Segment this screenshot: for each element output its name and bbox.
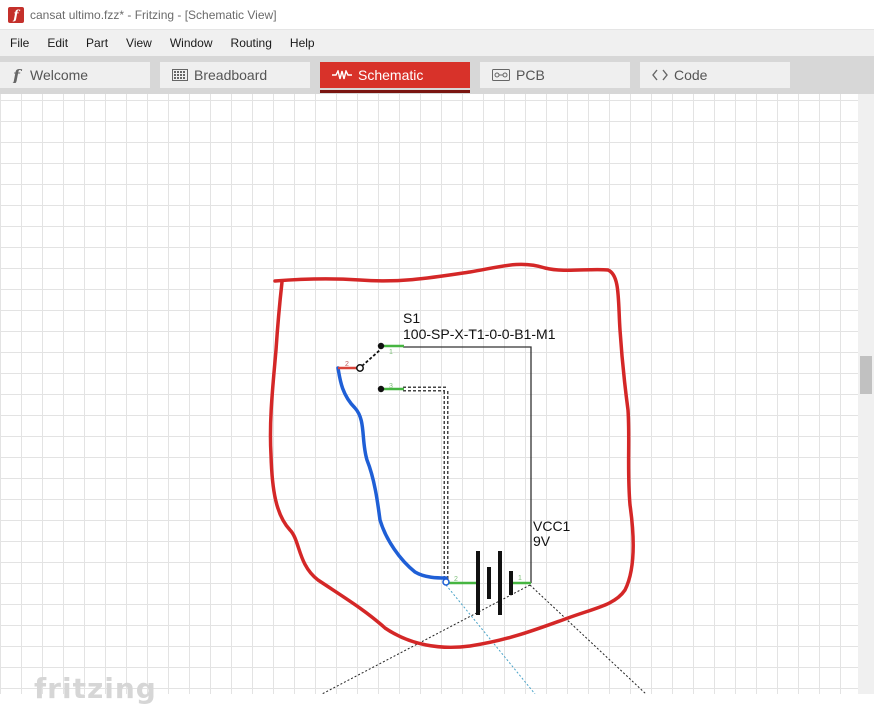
menu-help[interactable]: Help bbox=[282, 36, 323, 50]
resistor-icon bbox=[332, 70, 352, 80]
s1-ref-label: S1 bbox=[403, 310, 420, 326]
code-brackets-icon bbox=[652, 69, 668, 81]
tab-breadboard-label: Breadboard bbox=[194, 67, 268, 83]
blue-wire[interactable] bbox=[336, 366, 448, 580]
wire-s1-pin1-to-vcc1[interactable] bbox=[403, 346, 532, 583]
vcc1-pin2-connector[interactable] bbox=[442, 578, 450, 586]
vcc1-pin1-number: 1 bbox=[518, 575, 522, 582]
scrollbar-thumb[interactable] bbox=[860, 356, 872, 394]
red-annotation-loop bbox=[268, 262, 636, 650]
breadboard-icon bbox=[172, 69, 188, 81]
menu-routing[interactable]: Routing bbox=[223, 36, 280, 50]
schematic-canvas[interactable]: 1 2 3 S1 100-SP-X-T1-0-0-B1-M1 2 1 VCC1 … bbox=[0, 94, 858, 694]
menu-bar: File Edit Part View Window Routing Help bbox=[0, 30, 874, 56]
wire-s1-pin3-to-vcc1-core bbox=[403, 388, 447, 580]
s1-contact-3 bbox=[377, 385, 385, 393]
s1-pin2-number: 2 bbox=[345, 361, 349, 368]
title-bar: f cansat ultimo.fzz* - Fritzing - [Schem… bbox=[0, 0, 874, 30]
tab-schematic[interactable]: Schematic bbox=[320, 62, 470, 88]
s1-part-label: 100-SP-X-T1-0-0-B1-M1 bbox=[403, 326, 556, 342]
tab-schematic-label: Schematic bbox=[358, 67, 424, 83]
schematic-drawing: 1 2 3 S1 100-SP-X-T1-0-0-B1-M1 2 1 VCC1 … bbox=[268, 262, 647, 694]
ratsnest-line bbox=[529, 584, 647, 694]
view-tab-bar: f Welcome Breadboard Schematic PCB Code bbox=[0, 56, 874, 94]
menu-edit[interactable]: Edit bbox=[39, 36, 76, 50]
vcc1-pin2-number: 2 bbox=[454, 576, 458, 583]
s1-switch-lever bbox=[361, 349, 381, 367]
tab-code[interactable]: Code bbox=[640, 62, 790, 88]
vcc1-ref-label: VCC1 bbox=[533, 518, 571, 534]
vcc1-value-label: 9V bbox=[533, 533, 551, 549]
menu-window[interactable]: Window bbox=[162, 36, 221, 50]
s1-contact-1 bbox=[377, 342, 385, 350]
menu-file[interactable]: File bbox=[2, 36, 37, 50]
tab-pcb[interactable]: PCB bbox=[480, 62, 630, 88]
s1-pin1-number: 1 bbox=[389, 349, 393, 356]
fritzing-app-icon: f bbox=[8, 6, 24, 23]
ratsnest-line bbox=[445, 584, 536, 694]
tab-breadboard[interactable]: Breadboard bbox=[160, 62, 310, 88]
menu-view[interactable]: View bbox=[118, 36, 160, 50]
svg-text:f: f bbox=[12, 67, 23, 83]
window-title: cansat ultimo.fzz* - Fritzing - [Schemat… bbox=[30, 7, 277, 22]
vertical-scrollbar[interactable] bbox=[858, 94, 874, 694]
tab-pcb-label: PCB bbox=[516, 67, 545, 83]
menu-part[interactable]: Part bbox=[78, 36, 116, 50]
s1-pin3-number: 3 bbox=[389, 383, 393, 390]
fritzing-watermark: fritzing bbox=[34, 672, 157, 705]
active-tab-indicator bbox=[320, 90, 470, 93]
tab-welcome[interactable]: f Welcome bbox=[0, 62, 150, 88]
tab-code-label: Code bbox=[674, 67, 708, 83]
pcb-icon bbox=[492, 69, 510, 81]
wire-s1-pin3-to-vcc1-selected[interactable] bbox=[403, 386, 449, 580]
tab-welcome-label: Welcome bbox=[30, 67, 89, 83]
fritzing-f-icon: f bbox=[12, 67, 24, 83]
